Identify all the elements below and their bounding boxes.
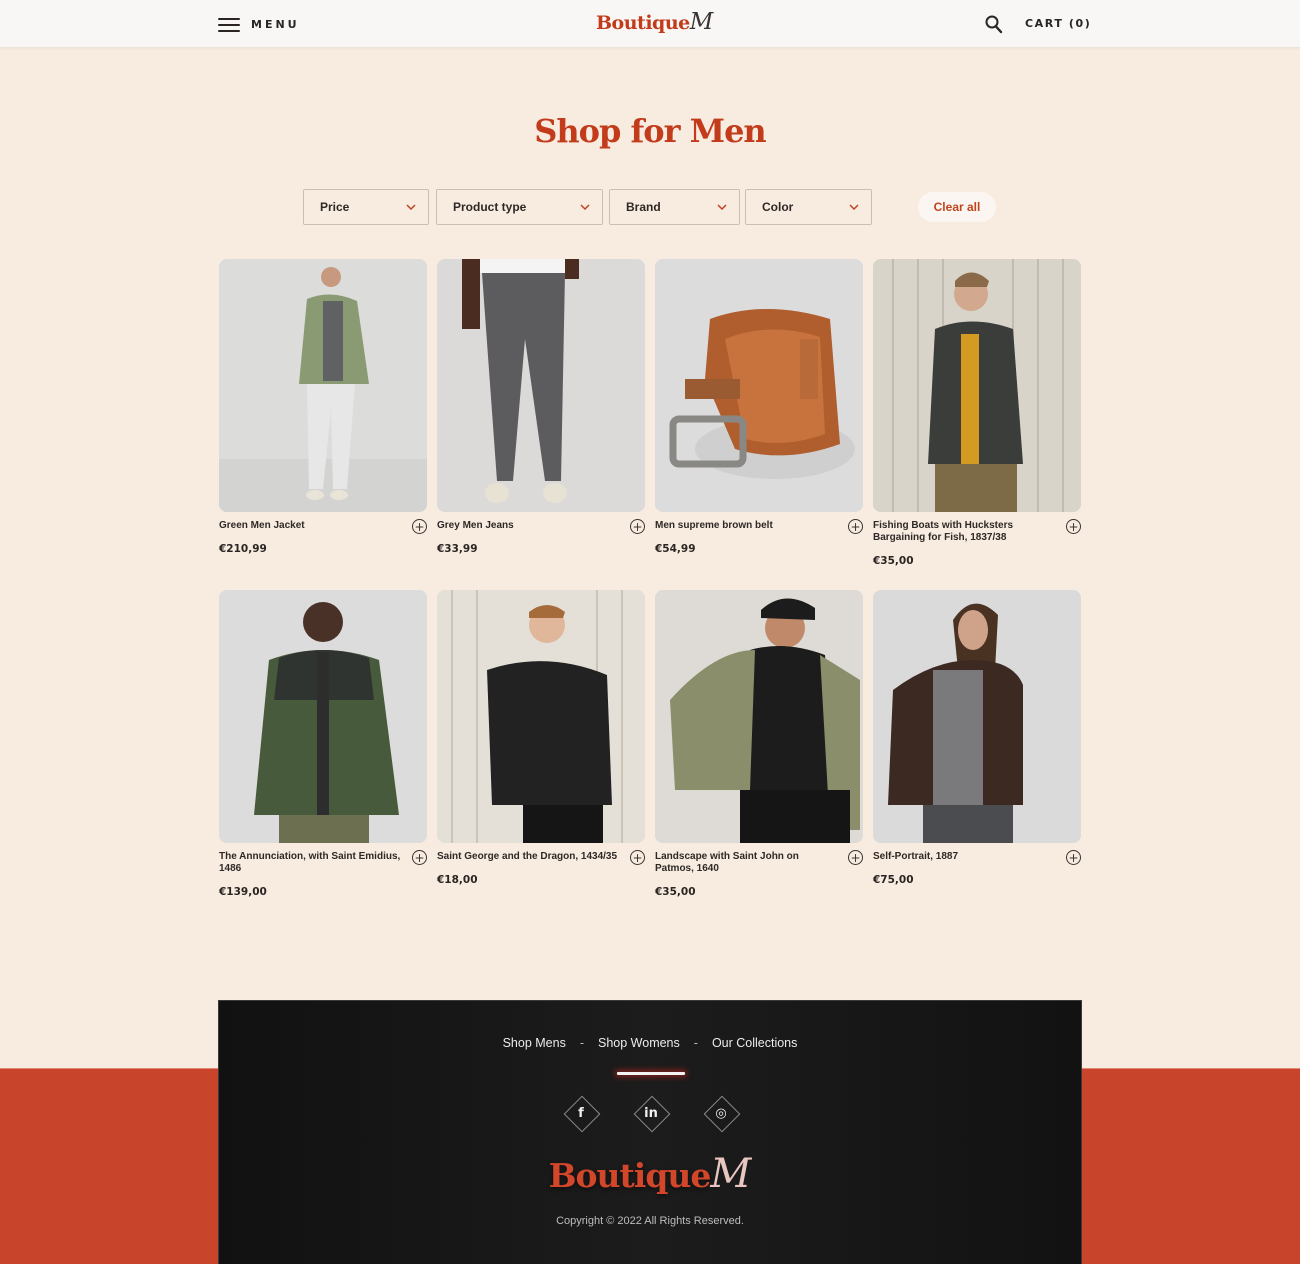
add-to-cart-button[interactable]: + — [412, 519, 427, 534]
search-button[interactable] — [985, 15, 1003, 34]
footer-link-shop-mens[interactable]: Shop Mens — [503, 1036, 566, 1050]
logo-script-letter: M — [689, 9, 714, 35]
filter-price[interactable]: Price — [303, 189, 429, 225]
product-price: €139,00 — [219, 886, 267, 898]
product-price: €35,00 — [873, 555, 914, 567]
add-to-cart-button[interactable]: + — [848, 850, 863, 865]
product-name[interactable]: Landscape with Saint John on Patmos, 164… — [655, 851, 839, 875]
logo-text: Boutique — [596, 12, 690, 34]
menu-button[interactable]: MENU — [218, 14, 300, 34]
nav-separator: - — [579, 1036, 584, 1050]
product-price: €54,99 — [655, 543, 696, 555]
plus-icon: + — [1068, 850, 1079, 865]
product-price: €35,00 — [655, 886, 696, 898]
chevron-down-icon — [717, 204, 727, 210]
product-price: €210,99 — [219, 543, 267, 555]
linkedin-icon: in — [644, 1105, 658, 1121]
product-card: Grey Men Jeans + €33,99 — [437, 259, 645, 555]
product-card: Landscape with Saint John on Patmos, 164… — [655, 590, 863, 898]
product-image[interactable] — [873, 259, 1081, 512]
search-icon — [985, 15, 1003, 34]
product-card: The Annunciation, with Saint Emidius, 14… — [219, 590, 427, 898]
product-price: €75,00 — [873, 874, 914, 886]
footer-link-our-collections[interactable]: Our Collections — [712, 1036, 797, 1050]
add-to-cart-button[interactable]: + — [848, 519, 863, 534]
product-name[interactable]: Self-Portrait, 1887 — [873, 851, 1057, 863]
plus-icon: + — [850, 850, 861, 865]
filter-bar: Price Product type Brand Color Clear all — [0, 189, 1300, 225]
filter-label: Brand — [626, 200, 661, 214]
instagram-link[interactable]: ◎ — [707, 1099, 735, 1127]
product-card: Self-Portrait, 1887 + €75,00 — [873, 590, 1081, 886]
page-title: Shop for Men — [534, 112, 766, 150]
add-to-cart-button[interactable]: + — [630, 519, 645, 534]
footer-logo[interactable]: Boutique M — [219, 1151, 1081, 1197]
product-card: Saint George and the Dragon, 1434/35 + €… — [437, 590, 645, 886]
product-name[interactable]: Grey Men Jeans — [437, 520, 621, 532]
product-image[interactable] — [219, 590, 427, 843]
clear-all-button[interactable]: Clear all — [918, 192, 996, 222]
product-card: Green Men Jacket + €210,99 — [219, 259, 427, 555]
product-name[interactable]: The Annunciation, with Saint Emidius, 14… — [219, 851, 403, 875]
instagram-icon: ◎ — [715, 1105, 727, 1121]
copyright: Copyright © 2022 All Rights Reserved. — [556, 1215, 744, 1227]
filter-color[interactable]: Color — [745, 189, 872, 225]
plus-icon: + — [632, 519, 643, 534]
add-to-cart-button[interactable]: + — [1066, 850, 1081, 865]
footer-link-shop-womens[interactable]: Shop Womens — [598, 1036, 680, 1050]
product-image[interactable] — [437, 590, 645, 843]
chevron-down-icon — [406, 204, 416, 210]
product-image[interactable] — [873, 590, 1081, 843]
plus-icon: + — [414, 850, 425, 865]
filter-product-type[interactable]: Product type — [436, 189, 603, 225]
product-image[interactable] — [655, 259, 863, 512]
product-name[interactable]: Saint George and the Dragon, 1434/35 — [437, 851, 621, 863]
product-price: €33,99 — [437, 543, 478, 555]
chevron-down-icon — [580, 204, 590, 210]
product-card: Fishing Boats with Hucksters Bargaining … — [873, 259, 1081, 567]
plus-icon: + — [850, 519, 861, 534]
filter-label: Color — [762, 200, 794, 214]
add-to-cart-button[interactable]: + — [1066, 519, 1081, 534]
logo[interactable]: Boutique M — [596, 9, 713, 39]
cart-link[interactable]: CART (0) — [1025, 17, 1091, 30]
linkedin-link[interactable]: in — [637, 1099, 665, 1127]
chevron-down-icon — [849, 204, 859, 210]
footer-logo-script-letter: M — [710, 1151, 752, 1197]
add-to-cart-button[interactable]: + — [630, 850, 645, 865]
add-to-cart-button[interactable]: + — [412, 850, 427, 865]
plus-icon: + — [1068, 519, 1079, 534]
site-header: MENU Boutique M CART (0) — [0, 0, 1300, 48]
product-card: Men supreme brown belt + €54,99 — [655, 259, 863, 555]
filter-label: Product type — [453, 200, 527, 214]
product-name[interactable]: Men supreme brown belt — [655, 520, 839, 532]
product-image[interactable] — [219, 259, 427, 512]
footer-logo-text: Boutique — [548, 1156, 712, 1195]
plus-icon: + — [414, 519, 425, 534]
hamburger-icon — [218, 17, 240, 32]
nav-separator: - — [693, 1036, 698, 1050]
product-name[interactable]: Green Men Jacket — [219, 520, 403, 532]
filter-brand[interactable]: Brand — [609, 189, 740, 225]
product-name[interactable]: Fishing Boats with Hucksters Bargaining … — [873, 520, 1057, 544]
footer-nav: Shop Mens - Shop Womens - Our Collection… — [219, 1036, 1081, 1050]
facebook-icon: f — [578, 1105, 584, 1121]
filter-label: Price — [320, 200, 350, 214]
menu-label: MENU — [251, 17, 300, 31]
footer-divider — [617, 1072, 685, 1075]
facebook-link[interactable]: f — [567, 1099, 595, 1127]
product-image[interactable] — [437, 259, 645, 512]
product-image[interactable] — [655, 590, 863, 843]
site-footer: Shop Mens - Shop Womens - Our Collection… — [218, 1000, 1082, 1264]
product-price: €18,00 — [437, 874, 478, 886]
plus-icon: + — [632, 850, 643, 865]
